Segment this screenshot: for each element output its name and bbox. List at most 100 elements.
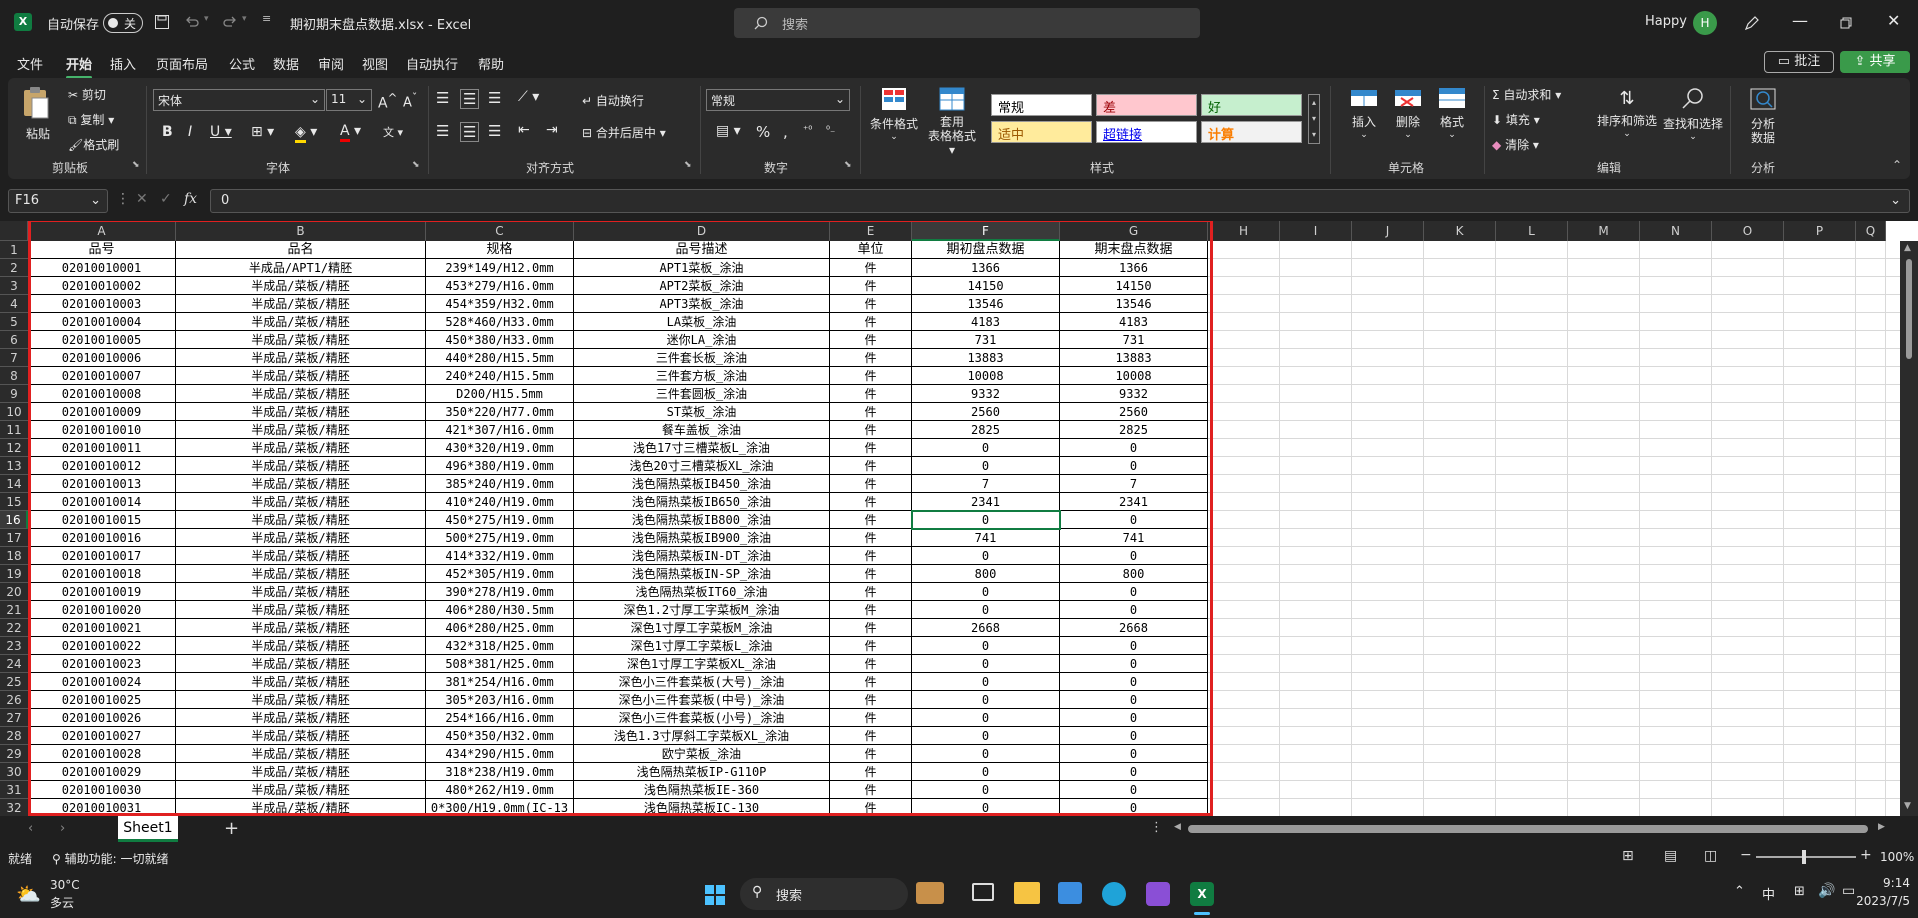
sheet-options-icon[interactable]: ⋮ — [1150, 820, 1163, 835]
excel-taskbar-icon[interactable]: X — [1190, 882, 1214, 906]
align-top-icon[interactable]: ☰ — [436, 89, 449, 107]
align-center-icon[interactable]: ☰ — [460, 122, 480, 142]
row-header-11[interactable]: 11 — [0, 421, 28, 439]
ime-mode-icon[interactable]: ⊞ — [1794, 884, 1805, 899]
row-header-20[interactable]: 20 — [0, 583, 28, 601]
formula-bar-drag-handle[interactable]: ⋮ — [116, 191, 130, 207]
tab-view[interactable]: 视图 — [362, 54, 388, 73]
row-header-18[interactable]: 18 — [0, 547, 28, 565]
zoom-in-icon[interactable]: + — [1860, 847, 1872, 863]
style-hyperlink[interactable]: 超链接 — [1096, 121, 1197, 143]
accessibility-status[interactable]: ⚲ 辅助功能: 一切就绪 — [52, 850, 168, 867]
search-box[interactable]: 搜索 — [734, 8, 1200, 38]
zoom-out-icon[interactable]: − — [1740, 847, 1752, 863]
undo-icon[interactable] — [184, 14, 200, 30]
column-header-h[interactable]: H — [1208, 221, 1280, 241]
copy-button[interactable]: ⧉ 复制 ▾ — [68, 111, 114, 128]
comma-icon[interactable]: , — [783, 123, 788, 141]
row-header-30[interactable]: 30 — [0, 763, 28, 781]
row-header-21[interactable]: 21 — [0, 601, 28, 619]
insert-function-icon[interactable]: fx — [184, 191, 197, 207]
align-right-icon[interactable]: ☰ — [488, 122, 501, 140]
alignment-launcher-icon[interactable]: ⬊ — [684, 160, 692, 170]
page-break-view-icon[interactable]: ◫ — [1704, 848, 1717, 864]
customize-toolbar-icon[interactable]: ≡ — [262, 12, 271, 25]
column-header-k[interactable]: K — [1424, 221, 1496, 241]
merge-center-button[interactable]: ⊟ 合并后居中 ▾ — [582, 124, 666, 141]
column-header-p[interactable]: P — [1784, 221, 1856, 241]
scroll-right-icon[interactable]: ▶ — [1878, 822, 1885, 832]
undo-dropdown-icon[interactable]: ▾ — [204, 14, 209, 24]
clock-time[interactable]: 9:14 — [1862, 876, 1910, 890]
redo-icon[interactable] — [222, 14, 238, 30]
minimize-icon[interactable]: — — [1792, 11, 1808, 30]
scroll-down-icon[interactable]: ▼ — [1904, 801, 1911, 811]
horizontal-scrollbar[interactable]: ◀ ▶ — [1172, 822, 1892, 836]
wrap-text-button[interactable]: ↵ 自动换行 — [582, 92, 644, 109]
column-header-i[interactable]: I — [1280, 221, 1352, 241]
row-header-24[interactable]: 24 — [0, 655, 28, 673]
worksheet-grid[interactable]: ABCDEFGHIJKLMNOPQ 1 2 3 4 5 6 7 8 9 10 11 12 13 14 15 1… — [0, 221, 1918, 816]
decrease-indent-icon[interactable]: ⇤ — [518, 122, 530, 138]
redo-dropdown-icon[interactable]: ▾ — [242, 14, 247, 24]
show-hidden-icons[interactable]: ⌃ — [1734, 884, 1745, 899]
row-header-22[interactable]: 22 — [0, 619, 28, 637]
insert-cells-button[interactable]: 插入 ⌄ — [1344, 86, 1384, 140]
comments-button[interactable]: ▭ 批注 — [1764, 51, 1834, 73]
formula-input[interactable]: 0 ⌄ — [210, 189, 1910, 213]
format-painter-button[interactable]: 🖌格式刷 — [68, 136, 119, 153]
cancel-entry-icon[interactable]: ✕ — [136, 191, 148, 207]
delete-cells-button[interactable]: 删除 ⌄ — [1388, 86, 1428, 140]
fill-color-icon[interactable]: ◈ ▾ — [295, 124, 317, 143]
column-header-o[interactable]: O — [1712, 221, 1784, 241]
row-header-29[interactable]: 29 — [0, 745, 28, 763]
row-header-31[interactable]: 31 — [0, 781, 28, 799]
vertical-scrollbar[interactable]: ▲ ▼ — [1900, 241, 1918, 816]
tab-review[interactable]: 审阅 — [318, 54, 344, 73]
tab-home[interactable]: 开始 — [66, 54, 93, 79]
tab-page-layout[interactable]: 页面布局 — [156, 54, 208, 73]
next-sheet-icon[interactable]: › — [60, 821, 65, 836]
row-header-32[interactable]: 32 — [0, 799, 28, 816]
column-header-m[interactable]: M — [1568, 221, 1640, 241]
prev-sheet-icon[interactable]: ‹ — [28, 821, 33, 836]
tab-file[interactable]: 文件 — [17, 54, 43, 73]
decrease-font-icon[interactable]: Aˇ — [403, 91, 417, 110]
conditional-format-button[interactable]: 条件格式 ⌄ — [866, 86, 922, 142]
tab-formulas[interactable]: 公式 — [229, 54, 255, 73]
row-header-25[interactable]: 25 — [0, 673, 28, 691]
volume-icon[interactable]: 🔊 — [1818, 883, 1835, 899]
row-header-2[interactable]: 2 — [0, 259, 28, 277]
increase-indent-icon[interactable]: ⇥ — [546, 122, 558, 138]
clear-button[interactable]: ◆ 清除 ▾ — [1492, 136, 1539, 153]
row-header-13[interactable]: 13 — [0, 457, 28, 475]
tab-insert[interactable]: 插入 — [110, 54, 136, 73]
scroll-left-icon[interactable]: ◀ — [1174, 822, 1181, 832]
confirm-entry-icon[interactable]: ✓ — [160, 191, 172, 207]
page-layout-view-icon[interactable]: ▤ — [1664, 848, 1677, 864]
add-sheet-icon[interactable]: + — [224, 818, 239, 839]
format-cells-button[interactable]: 格式 ⌄ — [1432, 86, 1472, 140]
visual-studio-icon[interactable] — [1146, 882, 1170, 906]
row-header-6[interactable]: 6 — [0, 331, 28, 349]
clock-date[interactable]: 2023/7/5 — [1840, 894, 1910, 908]
taskbar-search[interactable]: ⚲ 搜索 — [740, 878, 908, 910]
row-header-12[interactable]: 12 — [0, 439, 28, 457]
avatar[interactable]: H — [1693, 11, 1717, 35]
analyze-data-button[interactable]: 分析 数据 — [1738, 86, 1788, 145]
zoom-slider[interactable] — [1756, 850, 1856, 864]
task-view-icon[interactable] — [972, 883, 994, 901]
paste-button[interactable]: 粘贴 — [20, 86, 56, 150]
bold-icon[interactable]: B — [162, 124, 173, 140]
font-color-icon[interactable]: A ▾ — [340, 123, 361, 142]
row-header-3[interactable]: 3 — [0, 277, 28, 295]
store-icon[interactable] — [1058, 882, 1082, 904]
user-name[interactable]: Happy — [1645, 14, 1687, 29]
increase-font-icon[interactable]: A^ — [378, 91, 397, 112]
autosave-toggle[interactable]: 关 — [103, 13, 143, 33]
align-bottom-icon[interactable]: ☰ — [488, 89, 501, 107]
row-header-10[interactable]: 10 — [0, 403, 28, 421]
share-button[interactable]: ⇪ 共享 — [1840, 51, 1910, 73]
styles-gallery-scroll[interactable]: ▴ ▾ ▾ — [1308, 94, 1320, 144]
phonetic-icon[interactable]: 文 ▾ — [383, 124, 403, 140]
